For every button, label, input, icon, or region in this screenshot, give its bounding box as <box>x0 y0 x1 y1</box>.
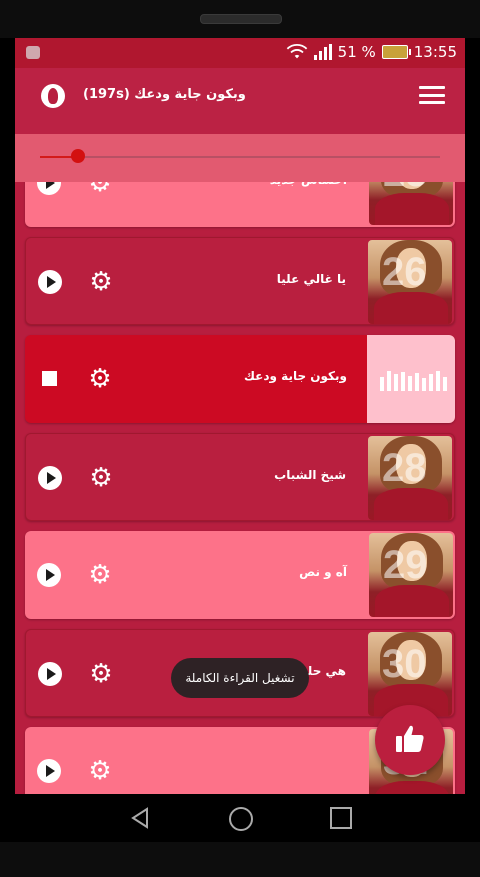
gear-icon[interactable]: ⚙ <box>88 465 114 491</box>
song-number: 29 <box>383 543 428 587</box>
gear-icon[interactable]: ⚙ <box>87 182 113 196</box>
like-button[interactable] <box>375 705 445 775</box>
gear-icon[interactable]: ⚙ <box>87 562 113 588</box>
gear-icon[interactable]: ⚙ <box>87 366 113 392</box>
stop-icon[interactable] <box>42 371 57 386</box>
app-bar: وبكون جاية ودعك (197s) <box>15 68 465 134</box>
play-icon[interactable] <box>37 182 61 195</box>
equalizer-icon <box>367 335 455 423</box>
gear-icon[interactable]: ⚙ <box>88 269 114 295</box>
song-title: آه و نص <box>299 565 347 579</box>
notification-icon <box>26 46 40 59</box>
song-row[interactable]: ⚙ وبكون جاية ودعك <box>25 335 455 423</box>
gear-icon[interactable]: ⚙ <box>87 758 113 784</box>
seek-thumb[interactable] <box>71 149 85 163</box>
song-title: احساس جديد <box>270 182 347 187</box>
song-row[interactable]: ⚙ شيخ الشباب 28 <box>25 433 455 521</box>
song-thumbnail: 25 <box>369 182 453 225</box>
play-icon[interactable] <box>38 662 62 686</box>
song-thumbnail: 26 <box>368 240 452 324</box>
gear-icon[interactable]: ⚙ <box>88 661 114 687</box>
home-icon[interactable] <box>229 807 253 831</box>
play-icon[interactable] <box>37 563 61 587</box>
app-screen: 51 % 13:55 وبكون جاية ودعك (197s) ⚙ احساس… <box>15 38 465 794</box>
song-thumbnail: 30 <box>368 632 452 716</box>
song-row[interactable]: ⚙ يا غالي عليا 26 <box>25 237 455 325</box>
song-title: شيخ الشباب <box>274 468 346 482</box>
hamburger-icon[interactable] <box>419 86 445 104</box>
toast-message: تشغيل القراءة الكاملة <box>171 658 309 698</box>
recent-apps-icon[interactable] <box>330 807 352 829</box>
song-thumbnail: 28 <box>368 436 452 520</box>
player-seekbar-area <box>15 134 465 182</box>
signal-icon <box>313 44 332 60</box>
app-title: وبكون جاية ودعك (197s) <box>83 87 246 102</box>
device-bottom-bezel <box>0 842 480 877</box>
play-icon[interactable] <box>38 270 62 294</box>
song-row[interactable]: ⚙ آه و نص 29 <box>25 531 455 619</box>
clock: 13:55 <box>413 43 457 61</box>
battery-icon <box>381 45 411 59</box>
battery-percent: 51 % <box>337 43 376 61</box>
system-nav-bar <box>0 794 480 842</box>
back-icon[interactable] <box>128 806 152 830</box>
song-row[interactable]: ⚙ احساس جديد 25 <box>25 182 455 227</box>
song-number: 28 <box>382 446 427 490</box>
device-top-bezel <box>0 0 480 38</box>
status-icons: 51 % 13:55 <box>286 43 457 61</box>
song-title: يا غالي عليا <box>276 272 346 286</box>
status-bar: 51 % 13:55 <box>15 38 465 68</box>
song-list: ⚙ احساس جديد 25 ⚙ يا غالي عليا 26 ⚙ وبكون جاية … <box>15 182 465 794</box>
play-icon[interactable] <box>38 466 62 490</box>
song-number: 26 <box>382 250 427 294</box>
song-title: وبكون جاية ودعك <box>244 369 347 383</box>
seek-track[interactable] <box>40 156 440 158</box>
app-logo-icon <box>41 84 65 108</box>
song-number: 30 <box>382 642 427 686</box>
song-number: 25 <box>383 182 428 196</box>
thumbs-up-icon <box>396 725 424 752</box>
wifi-icon <box>286 44 307 59</box>
song-thumbnail: 29 <box>369 533 453 617</box>
earpiece-speaker <box>200 14 282 24</box>
play-icon[interactable] <box>37 759 61 783</box>
